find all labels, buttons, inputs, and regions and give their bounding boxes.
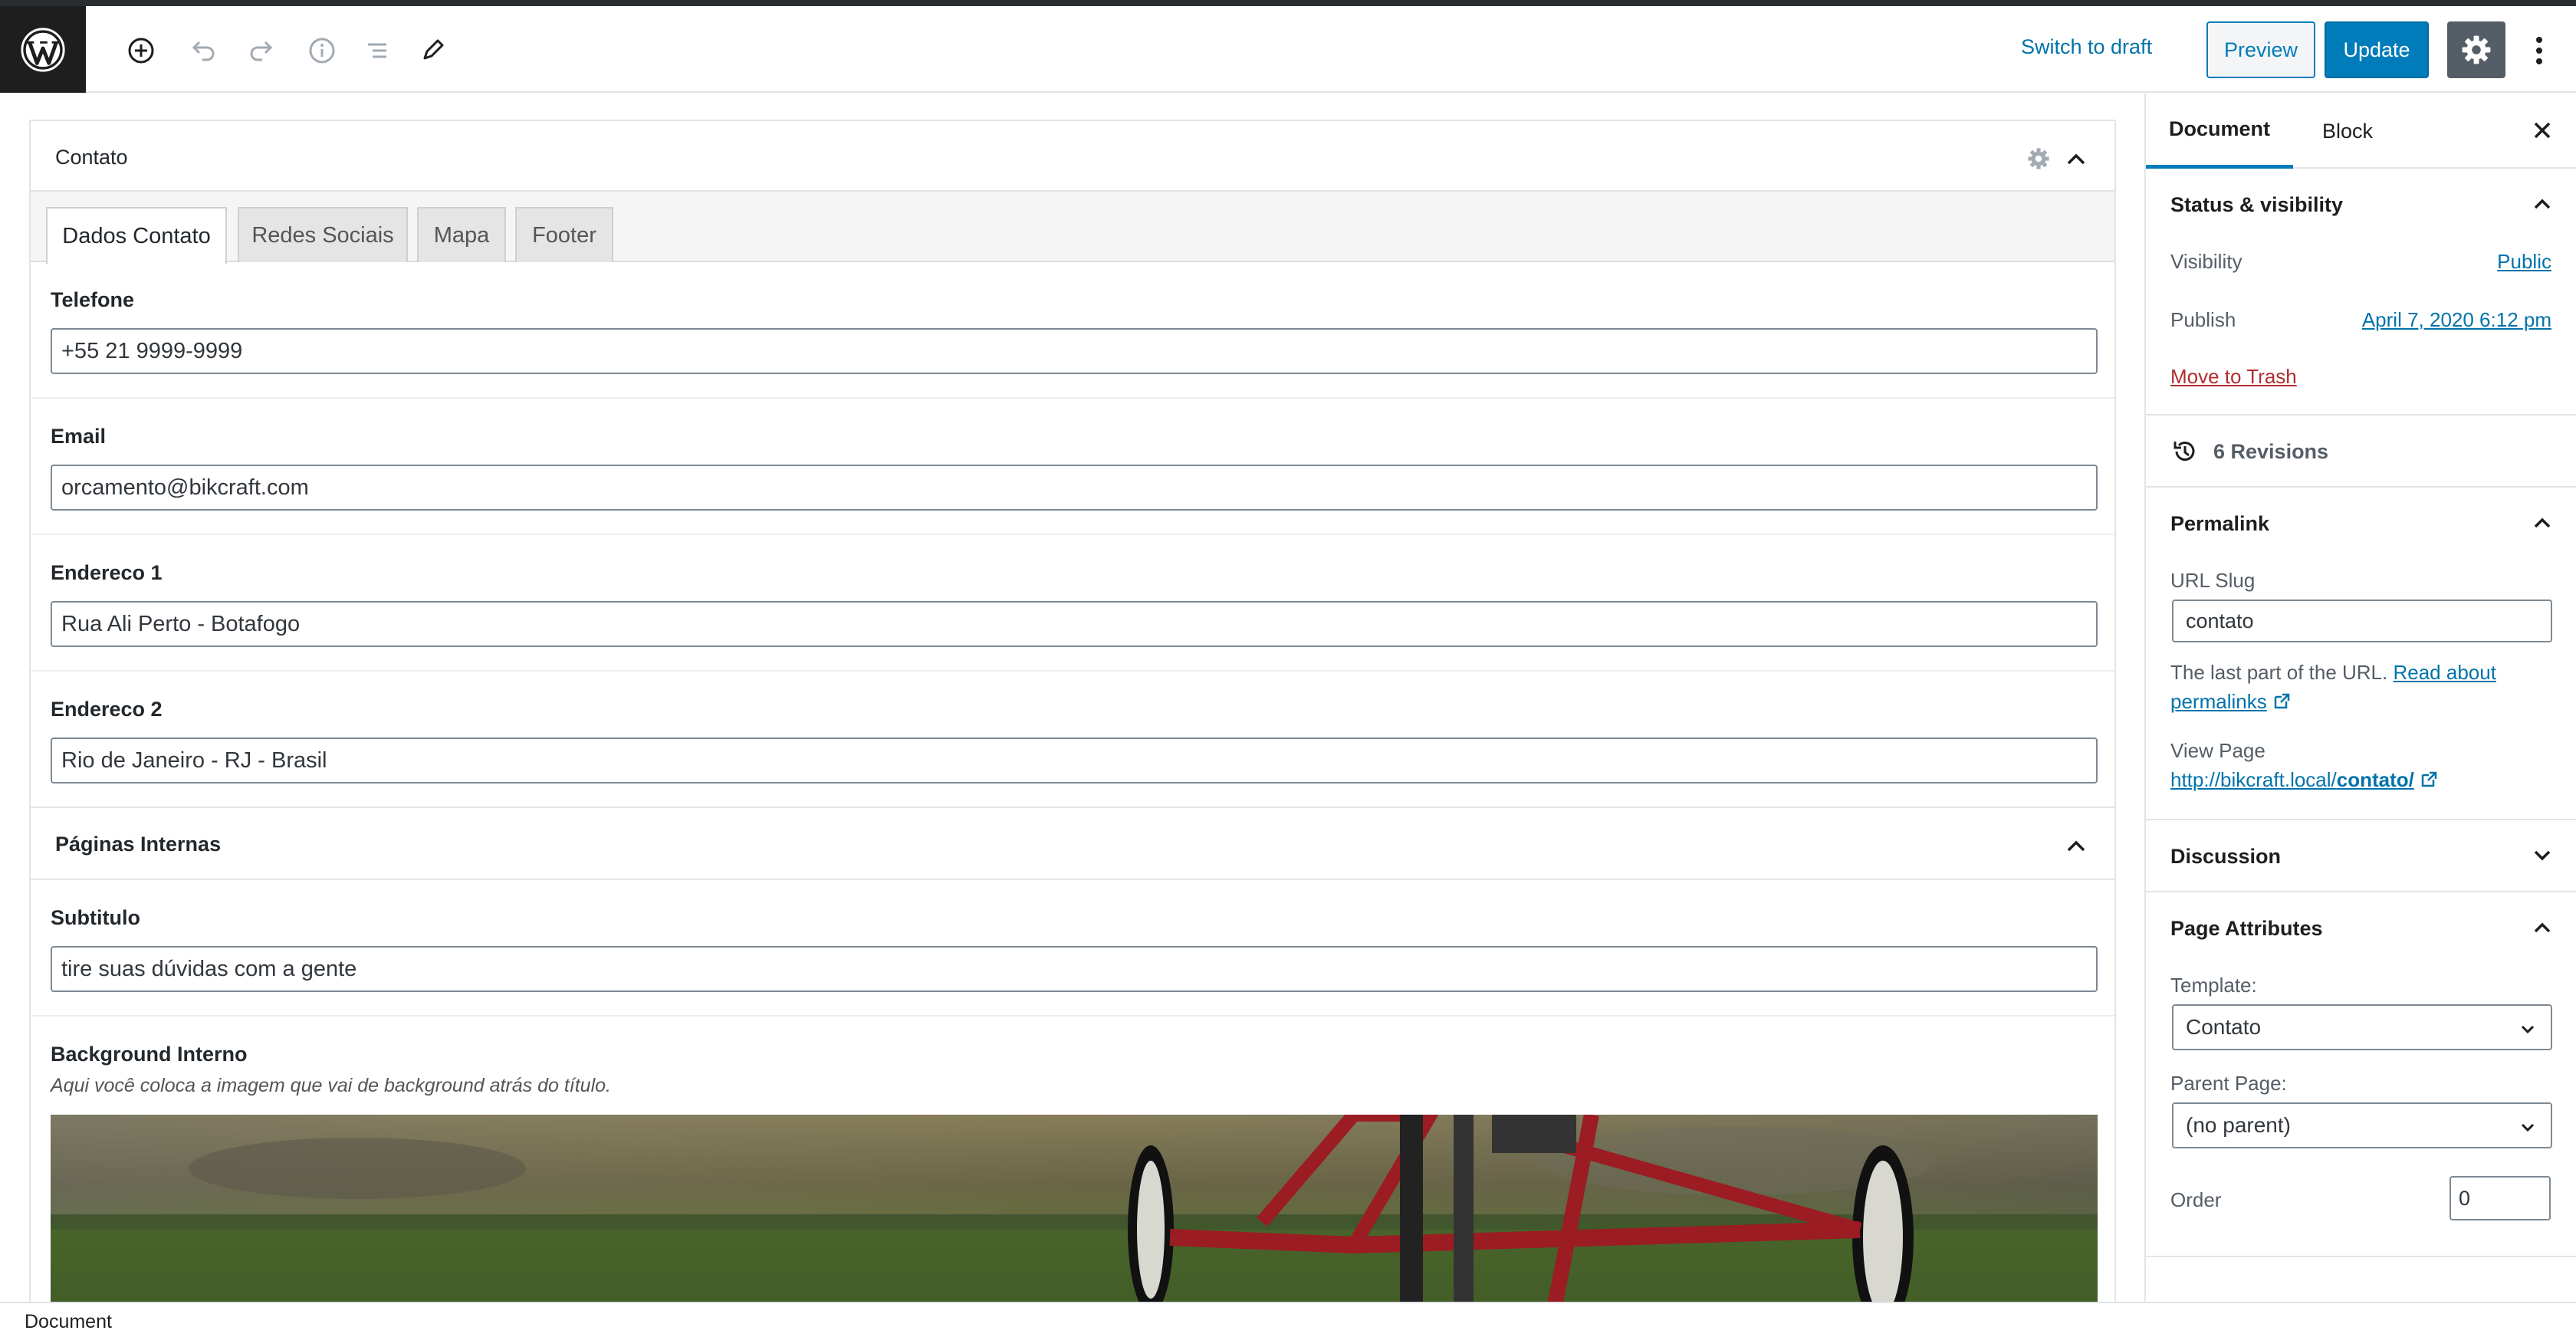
close-icon[interactable] xyxy=(2528,117,2556,144)
metabox-tabs: Dados Contato Redes Sociais Mapa Footer xyxy=(31,192,2114,264)
wordpress-logo[interactable] xyxy=(0,6,86,93)
history-icon xyxy=(2174,442,2195,462)
footer-bar: Document xyxy=(0,1302,2576,1337)
panel-permalink: Permalink URL Slug contato The last part… xyxy=(2146,488,2576,820)
chevron-up-icon[interactable] xyxy=(2061,144,2091,175)
panel-title[interactable]: Permalink xyxy=(2170,512,2269,536)
tab-redes-sociais[interactable]: Redes Sociais xyxy=(238,207,408,262)
field-telefone: Telefone +55 21 9999-9999 xyxy=(31,262,2114,399)
metabox-header: Contato xyxy=(31,121,2114,192)
publish-label: Publish xyxy=(2170,308,2236,331)
editor-canvas: Contato Dados Contato Redes Sociais Mapa… xyxy=(0,94,2144,1302)
endereco-1-input[interactable]: Rua Ali Perto - Botafogo xyxy=(51,601,2098,647)
edit-icon[interactable] xyxy=(414,32,451,69)
wordpress-icon xyxy=(21,27,65,72)
background-image-preview[interactable] xyxy=(51,1115,2098,1302)
endereco-2-input[interactable]: Rio de Janeiro - RJ - Brasil xyxy=(51,737,2098,783)
permalink-help: The last part of the URL. Read about per… xyxy=(2170,658,2554,716)
tab-mapa[interactable]: Mapa xyxy=(417,207,506,262)
info-icon[interactable] xyxy=(304,32,340,69)
chevron-up-icon[interactable] xyxy=(2528,914,2556,941)
template-value: Contato xyxy=(2186,1015,2262,1039)
chevron-up-icon[interactable] xyxy=(2528,190,2556,218)
top-strip xyxy=(0,0,2576,6)
panel-status-visibility: Status & visibility Visibility Public Pu… xyxy=(2146,169,2576,416)
parent-page-label: Parent Page: xyxy=(2170,1072,2287,1095)
telefone-input[interactable]: +55 21 9999-9999 xyxy=(51,328,2098,374)
move-to-trash-button[interactable]: Move to Trash xyxy=(2170,365,2297,389)
panel-page-attributes: Page Attributes Template: Contato Parent… xyxy=(2146,892,2576,1257)
list-view-icon[interactable] xyxy=(359,32,396,69)
field-label: Subtitulo xyxy=(51,906,140,929)
external-link-icon xyxy=(2421,771,2437,787)
update-button[interactable]: Update xyxy=(2325,21,2429,78)
url-slug-input[interactable]: contato xyxy=(2172,600,2552,642)
field-subtitulo: Subtitulo tire suas dúvidas com a gente xyxy=(31,880,2114,1017)
preview-button[interactable]: Preview xyxy=(2206,21,2315,78)
editor-toolbar: Switch to draft Preview Update xyxy=(0,6,2576,93)
panel-title[interactable]: Status & visibility xyxy=(2170,193,2343,217)
publish-date-toggle[interactable]: April 7, 2020 6:12 pm xyxy=(2362,308,2551,332)
subtitulo-input[interactable]: tire suas dúvidas com a gente xyxy=(51,946,2098,992)
metabox-paginas-internas-header: Páginas Internas xyxy=(31,808,2114,880)
field-email: Email orcamento@bikcraft.com xyxy=(31,399,2114,535)
permalink-help-text: The last part of the URL. xyxy=(2170,661,2388,684)
order-input[interactable]: 0 xyxy=(2450,1176,2551,1220)
chevron-down-icon xyxy=(2521,1025,2535,1034)
revisions-link[interactable]: 6 Revisions xyxy=(2213,440,2328,464)
panel-title[interactable]: Page Attributes xyxy=(2170,917,2323,941)
add-block-icon[interactable] xyxy=(123,32,159,69)
field-label: Email xyxy=(51,425,107,448)
field-background-interno: Background Interno Aqui você coloca a im… xyxy=(31,1017,2114,1302)
tab-block[interactable]: Block xyxy=(2313,94,2382,169)
external-link-icon xyxy=(2274,693,2290,709)
url-slug-label: URL Slug xyxy=(2170,569,2256,592)
view-page-label: View Page xyxy=(2170,739,2266,762)
field-description: Aqui você coloca a imagem que vai de bac… xyxy=(51,1075,611,1096)
visibility-label: Visibility xyxy=(2170,250,2242,273)
template-label: Template: xyxy=(2170,974,2257,997)
field-label: Background Interno xyxy=(51,1043,248,1066)
field-endereco-2: Endereco 2 Rio de Janeiro - RJ - Brasil xyxy=(31,672,2114,808)
parent-page-value: (no parent) xyxy=(2186,1113,2291,1137)
tab-footer[interactable]: Footer xyxy=(515,207,613,262)
redo-icon[interactable] xyxy=(244,32,281,69)
panel-title[interactable]: Discussion xyxy=(2170,845,2281,869)
view-page-url-slug[interactable]: contato/ xyxy=(2337,768,2414,791)
field-label: Endereco 2 xyxy=(51,698,163,721)
gear-icon[interactable] xyxy=(2026,146,2052,172)
panel-revisions[interactable]: 6 Revisions xyxy=(2146,416,2576,488)
sidebar-tabs: Document Block xyxy=(2146,94,2576,169)
metabox-contato: Contato Dados Contato Redes Sociais Mapa… xyxy=(29,120,2116,1302)
metabox-title: Contato xyxy=(55,146,128,169)
tab-document[interactable]: Document xyxy=(2146,94,2294,169)
chevron-up-icon[interactable] xyxy=(2061,831,2091,862)
chevron-up-icon[interactable] xyxy=(2528,509,2556,537)
email-input[interactable]: orcamento@bikcraft.com xyxy=(51,465,2098,511)
more-options-button[interactable] xyxy=(2522,29,2556,72)
field-label: Endereco 1 xyxy=(51,561,163,584)
visibility-toggle[interactable]: Public xyxy=(2497,250,2551,274)
gear-icon xyxy=(2462,35,2491,64)
field-label: Telefone xyxy=(51,288,135,311)
undo-icon[interactable] xyxy=(184,32,221,69)
chevron-down-icon xyxy=(2521,1123,2535,1132)
parent-page-select[interactable]: (no parent) xyxy=(2172,1102,2552,1148)
view-page-url-base[interactable]: http://bikcraft.local/ xyxy=(2170,768,2337,791)
chevron-down-icon[interactable] xyxy=(2528,842,2556,869)
tab-dados-contato[interactable]: Dados Contato xyxy=(46,207,227,264)
field-endereco-1: Endereco 1 Rua Ali Perto - Botafogo xyxy=(31,535,2114,672)
order-label: Order xyxy=(2170,1188,2222,1211)
more-vertical-icon xyxy=(2536,37,2542,64)
section-title: Páginas Internas xyxy=(55,833,222,856)
breadcrumb[interactable]: Document xyxy=(25,1311,112,1333)
settings-sidebar: Document Block Status & visibility Visib… xyxy=(2144,94,2576,1302)
switch-to-draft-button[interactable]: Switch to draft xyxy=(2021,35,2152,59)
template-select[interactable]: Contato xyxy=(2172,1004,2552,1050)
panel-discussion: Discussion xyxy=(2146,820,2576,892)
view-page-link[interactable]: http://bikcraft.local/contato/ xyxy=(2170,768,2438,792)
settings-button[interactable] xyxy=(2447,21,2505,78)
